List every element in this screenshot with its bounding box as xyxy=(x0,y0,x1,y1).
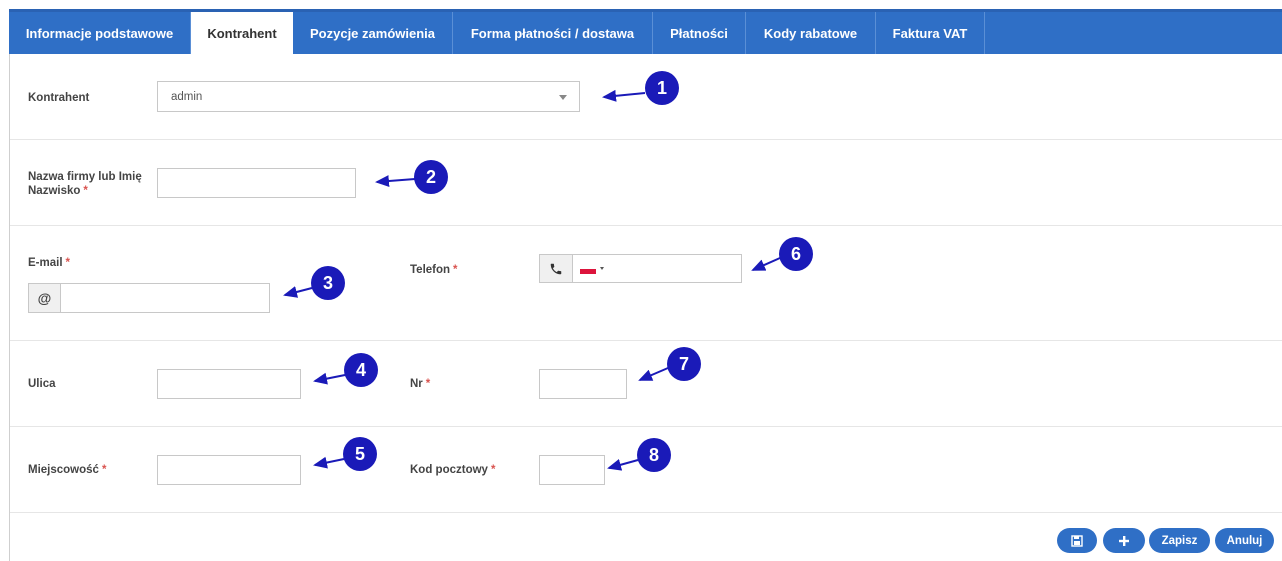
company-name-label-line2: Nazwisko xyxy=(28,185,81,197)
street-input[interactable] xyxy=(157,369,301,399)
kontrahent-select[interactable]: admin xyxy=(157,81,580,112)
tab-informacje-podstawowe[interactable]: Informacje podstawowe xyxy=(9,12,191,54)
tab-faktura-vat[interactable]: Faktura VAT xyxy=(876,12,985,54)
plus-icon xyxy=(1119,535,1129,546)
kontrahent-label: Kontrahent xyxy=(28,92,90,104)
chevron-down-icon xyxy=(559,95,567,100)
save-as-icon xyxy=(1071,534,1083,547)
phone-addon xyxy=(539,254,573,283)
tab-pozycje-zamowienia[interactable]: Pozycje zamówienia xyxy=(293,12,453,54)
email-label-text: E-mail xyxy=(28,257,63,269)
cancel-button[interactable]: Anuluj xyxy=(1215,528,1274,553)
add-button[interactable] xyxy=(1103,528,1145,553)
email-at-addon: @ xyxy=(28,283,61,313)
callout-8: 8 xyxy=(637,438,671,472)
postal-code-label-text: Kod pocztowy xyxy=(410,464,488,476)
required-mark: * xyxy=(101,464,107,476)
required-mark: * xyxy=(65,257,70,269)
tab-kody-rabatowe[interactable]: Kody rabatowe xyxy=(746,12,876,54)
chevron-down-icon xyxy=(600,267,604,270)
street-label: Ulica xyxy=(28,378,56,390)
tab-kontrahent[interactable]: Kontrahent xyxy=(191,12,293,54)
callout-4: 4 xyxy=(344,353,378,387)
save-as-button[interactable] xyxy=(1057,528,1097,553)
required-mark: * xyxy=(453,264,458,276)
callout-7: 7 xyxy=(667,347,701,381)
email-label: E-mail * xyxy=(28,256,70,270)
postal-code-input[interactable] xyxy=(539,455,605,485)
required-mark: * xyxy=(490,464,496,476)
row-divider xyxy=(10,512,1282,513)
city-label: Miejscowość * xyxy=(28,463,106,477)
row-divider xyxy=(10,426,1282,427)
number-label: Nr * xyxy=(410,377,430,391)
phone-label: Telefon * xyxy=(410,263,458,277)
company-name-label: Nazwa firmy lub Imię Nazwisko * xyxy=(28,170,142,198)
row-divider xyxy=(10,139,1282,140)
form-left-border xyxy=(9,54,10,561)
poland-flag[interactable] xyxy=(580,264,596,274)
tab-platnosci[interactable]: Płatności xyxy=(653,12,746,54)
email-input[interactable] xyxy=(60,283,270,313)
company-name-input[interactable] xyxy=(157,168,356,198)
required-mark: * xyxy=(425,378,431,390)
row-divider xyxy=(10,225,1282,226)
kontrahent-select-value: admin xyxy=(171,90,203,103)
phone-label-text: Telefon xyxy=(410,264,451,276)
phone-input[interactable] xyxy=(572,254,742,283)
tab-bar: Informacje podstawowe Kontrahent Pozycje… xyxy=(9,9,1282,54)
number-input[interactable] xyxy=(539,369,627,399)
callout-1: 1 xyxy=(645,71,679,105)
phone-icon xyxy=(550,263,562,274)
callout-6: 6 xyxy=(779,237,813,271)
required-mark: * xyxy=(83,185,88,197)
postal-code-label: Kod pocztowy * xyxy=(410,463,495,477)
callout-5: 5 xyxy=(343,437,377,471)
city-label-text: Miejscowość xyxy=(28,464,99,476)
city-input[interactable] xyxy=(157,455,301,485)
save-button[interactable]: Zapisz xyxy=(1149,528,1210,553)
tab-forma-platnosci-dostawa[interactable]: Forma płatności / dostawa xyxy=(453,12,653,54)
callout-3: 3 xyxy=(311,266,345,300)
company-name-label-line1: Nazwa firmy lub Imię xyxy=(28,171,142,183)
row-divider xyxy=(10,340,1282,341)
callout-2: 2 xyxy=(414,160,448,194)
number-label-text: Nr xyxy=(410,378,423,390)
